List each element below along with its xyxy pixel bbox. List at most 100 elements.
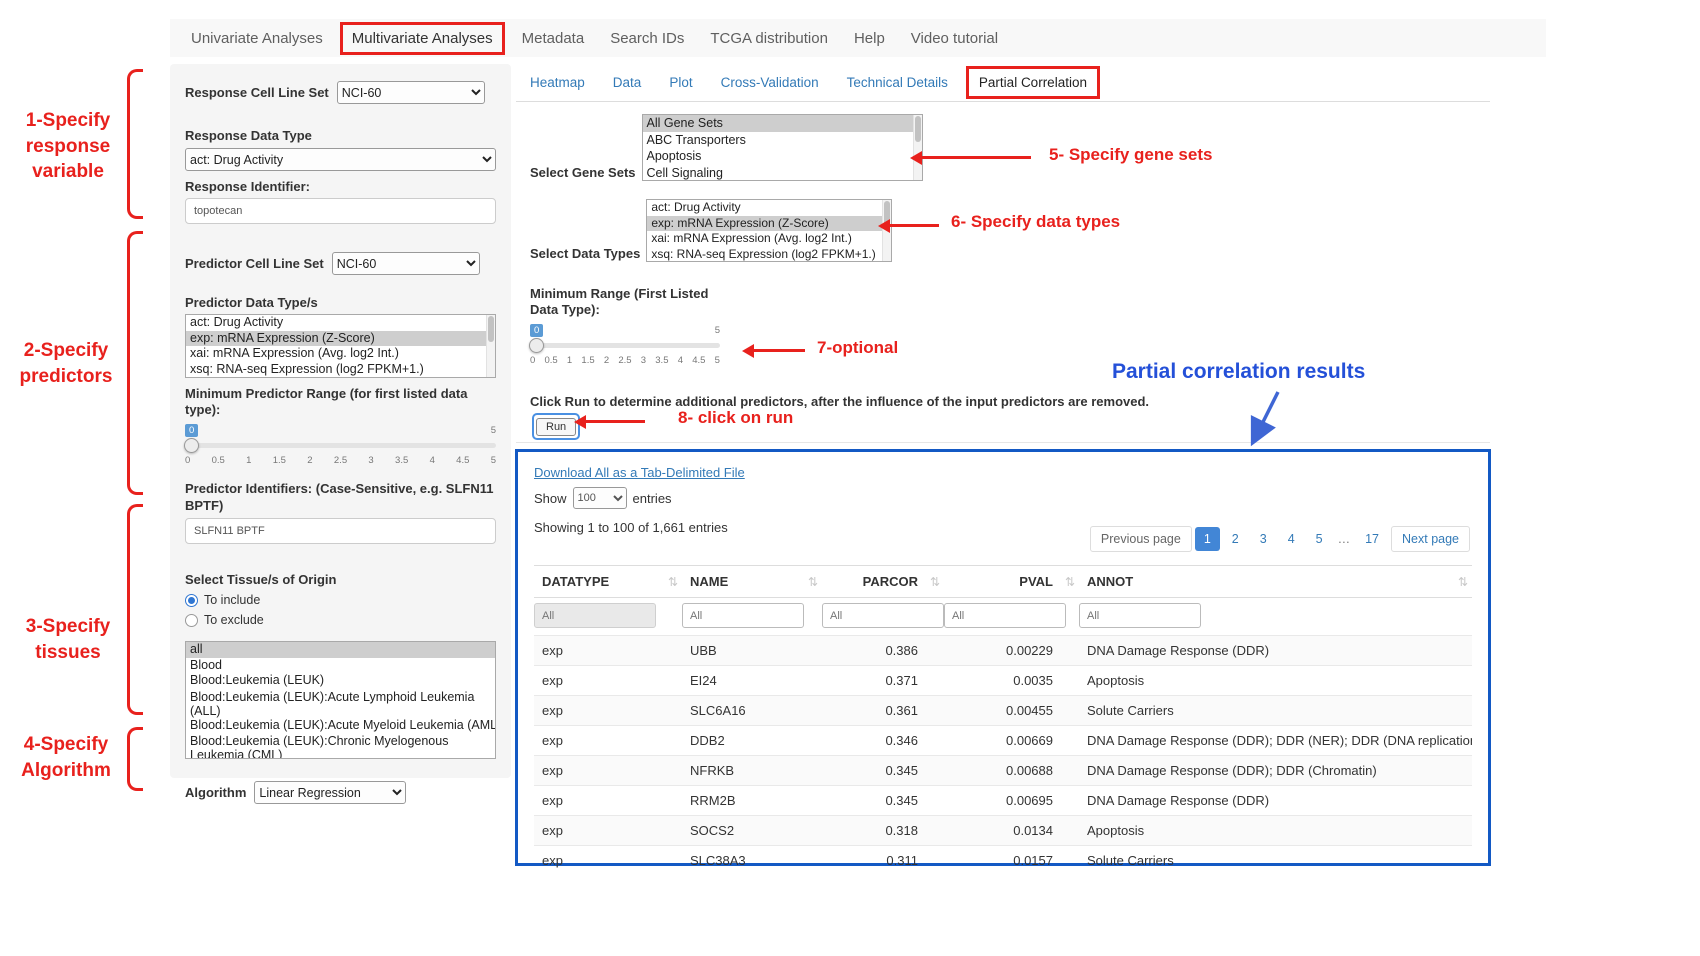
table-row[interactable]: exp SLC6A16 0.361 0.00455 Solute Carrier… [534, 696, 1472, 726]
column-header-datatype[interactable]: DATATYPE⇅ [534, 566, 682, 598]
list-option[interactable]: act: Drug Activity [186, 315, 495, 331]
scrollbar-thumb[interactable] [915, 116, 921, 142]
sort-icon[interactable]: ⇅ [668, 575, 678, 589]
nav-multivariate-analyses[interactable]: Multivariate Analyses [340, 22, 505, 55]
gene-sets-list[interactable]: All Gene Sets ABC Transporters Apoptosis… [642, 114, 923, 181]
slider-max-label: 5 [491, 425, 496, 436]
scrollbar[interactable] [882, 200, 891, 261]
list-option[interactable]: xsq: RNA-seq Expression (log2 FPKM+1.) [647, 247, 891, 263]
list-option-selected[interactable]: exp: mRNA Expression (Z-Score) [647, 216, 891, 232]
table-row[interactable]: exp EI24 0.371 0.0035 Apoptosis [534, 666, 1472, 696]
tab-data[interactable]: Data [599, 66, 656, 99]
scrollbar-thumb[interactable] [884, 201, 890, 227]
list-option[interactable]: Blood:Leukemia (LEUK) [186, 673, 495, 689]
tab-technical-details[interactable]: Technical Details [833, 66, 962, 99]
next-page-button[interactable]: Next page [1391, 526, 1470, 552]
table-row[interactable]: exp SLC38A3 0.311 0.0157 Solute Carriers [534, 846, 1472, 876]
tissues-list[interactable]: all Blood Blood:Leukemia (LEUK) Blood:Le… [185, 641, 496, 759]
tissue-exclude-radio-row[interactable]: To exclude [185, 613, 496, 627]
list-option[interactable]: act: Drug Activity [647, 200, 891, 216]
column-header-name[interactable]: NAME⇅ [682, 566, 822, 598]
algorithm-select[interactable]: Linear Regression [254, 781, 406, 804]
tick: 1.5 [273, 455, 286, 466]
nav-univariate-analyses[interactable]: Univariate Analyses [178, 30, 336, 47]
tick: 1 [567, 355, 572, 366]
cell-parcor: 0.346 [822, 726, 944, 756]
response-identifier-input[interactable] [185, 198, 496, 224]
nav-help[interactable]: Help [841, 30, 898, 47]
tab-plot[interactable]: Plot [655, 66, 706, 99]
page-button-2[interactable]: 2 [1223, 527, 1248, 551]
list-option[interactable]: Blood:Leukemia (LEUK):Chronic Myelogenou… [186, 733, 495, 759]
response-cell-line-set-select[interactable]: NCI-60 [337, 81, 485, 104]
filter-input-name[interactable] [682, 603, 804, 628]
partial-correlation-results-panel: Download All as a Tab-Delimited File Sho… [515, 449, 1491, 866]
slider-ticks: 0 0.5 1 1.5 2 2.5 3 3.5 4 4.5 5 [530, 355, 720, 366]
list-option-selected[interactable]: All Gene Sets [643, 115, 922, 132]
list-option[interactable]: xai: mRNA Expression (Avg. log2 Int.) [647, 231, 891, 247]
nav-metadata[interactable]: Metadata [509, 30, 598, 47]
sort-icon[interactable]: ⇅ [1065, 575, 1075, 589]
filter-input-annot[interactable] [1079, 603, 1201, 628]
previous-page-button[interactable]: Previous page [1090, 526, 1192, 552]
sort-icon[interactable]: ⇅ [1458, 575, 1468, 589]
tissue-include-radio-row[interactable]: To include [185, 593, 496, 607]
tab-cross-validation[interactable]: Cross-Validation [707, 66, 833, 99]
page-button-4[interactable]: 4 [1279, 527, 1304, 551]
column-header-annot[interactable]: ANNOT⇅ [1079, 566, 1472, 598]
list-option[interactable]: Blood:Leukemia (LEUK):Acute Lymphoid Leu… [186, 689, 495, 718]
min-predictor-range-slider[interactable]: 0 5 0 0.5 1 1.5 2 2.5 3 3.5 4 4.5 5 [185, 424, 496, 474]
response-data-type-select[interactable]: act: Drug Activity [185, 148, 496, 171]
list-option[interactable]: ABC Transporters [643, 132, 922, 149]
radio-exclude[interactable] [185, 614, 198, 627]
table-row[interactable]: exp SOCS2 0.318 0.0134 Apoptosis [534, 816, 1472, 846]
slider-track[interactable] [530, 343, 720, 348]
tab-heatmap[interactable]: Heatmap [516, 66, 599, 99]
table-row[interactable]: exp UBB 0.386 0.00229 DNA Damage Respons… [534, 636, 1472, 666]
sort-icon[interactable]: ⇅ [930, 575, 940, 589]
table-row[interactable]: exp RRM2B 0.345 0.00695 DNA Damage Respo… [534, 786, 1472, 816]
table-row[interactable]: exp DDB2 0.346 0.00669 DNA Damage Respon… [534, 726, 1472, 756]
slider-track[interactable] [185, 443, 496, 448]
column-header-pval[interactable]: PVAL⇅ [944, 566, 1079, 598]
scrollbar-thumb[interactable] [488, 316, 494, 342]
nav-tcga-distribution[interactable]: TCGA distribution [697, 30, 841, 47]
filter-input-datatype[interactable] [534, 603, 656, 628]
page-button-5[interactable]: 5 [1307, 527, 1332, 551]
list-option[interactable]: Blood:Leukemia (LEUK):Acute Myeloid Leuk… [186, 718, 495, 734]
scrollbar[interactable] [486, 315, 495, 377]
response-data-type-label: Response Data Type [185, 128, 496, 143]
page-button-1[interactable]: 1 [1195, 527, 1220, 551]
list-option[interactable]: Apoptosis [643, 148, 922, 165]
show-entries-select[interactable]: 100 [573, 487, 627, 509]
filter-input-pval[interactable] [944, 603, 1066, 628]
list-option[interactable]: Cell Signaling [643, 165, 922, 182]
column-header-parcor[interactable]: PARCOR⇅ [822, 566, 944, 598]
tab-partial-correlation[interactable]: Partial Correlation [966, 66, 1100, 99]
radio-include[interactable] [185, 594, 198, 607]
min-range-slider[interactable]: 0 5 0 0.5 1 1.5 2 2.5 3 3.5 4 4.5 5 [530, 324, 720, 374]
download-tab-delimited-link[interactable]: Download All as a Tab-Delimited File [534, 465, 745, 480]
response-cell-line-set-label: Response Cell Line Set [185, 85, 329, 100]
data-types-list[interactable]: act: Drug Activity exp: mRNA Expression … [646, 199, 892, 262]
nav-search-ids[interactable]: Search IDs [597, 30, 697, 47]
list-option-selected[interactable]: all [186, 642, 495, 658]
run-button[interactable]: Run [536, 418, 576, 436]
sort-icon[interactable]: ⇅ [808, 575, 818, 589]
tick: 3 [641, 355, 646, 366]
slider-handle[interactable] [184, 438, 199, 453]
predictor-cell-line-set-select[interactable]: NCI-60 [332, 252, 480, 275]
predictor-data-types-list[interactable]: act: Drug Activity exp: mRNA Expression … [185, 314, 496, 378]
list-option[interactable]: xai: mRNA Expression (Avg. log2 Int.) [186, 346, 495, 362]
list-option[interactable]: xsq: RNA-seq Expression (log2 FPKM+1.) [186, 362, 495, 378]
slider-handle[interactable] [529, 338, 544, 353]
predictor-identifiers-input[interactable] [185, 518, 496, 544]
nav-video-tutorial[interactable]: Video tutorial [898, 30, 1011, 47]
scrollbar[interactable] [913, 115, 922, 180]
list-option-selected[interactable]: exp: mRNA Expression (Z-Score) [186, 331, 495, 347]
table-row[interactable]: exp NFRKB 0.345 0.00688 DNA Damage Respo… [534, 756, 1472, 786]
list-option[interactable]: Blood [186, 658, 495, 674]
page-button-3[interactable]: 3 [1251, 527, 1276, 551]
page-button-17[interactable]: 17 [1356, 527, 1388, 551]
filter-input-parcor[interactable] [822, 603, 944, 628]
